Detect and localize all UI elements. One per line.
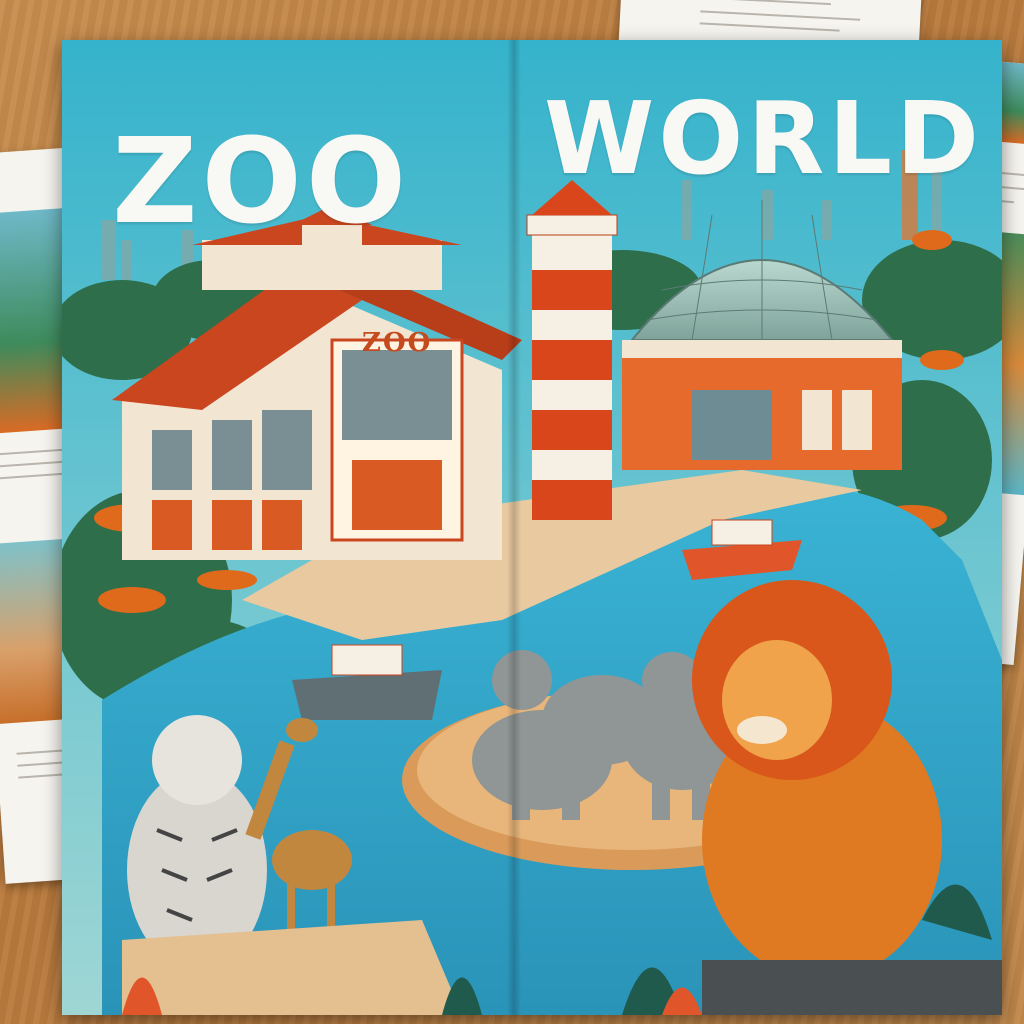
magazine-spine (507, 40, 521, 1015)
cover-title-world: WORLD (544, 80, 984, 197)
magazine-spread: ZOO WORLD ZOO (62, 40, 1002, 1015)
building-sign: ZOO (362, 328, 433, 358)
cover-title-zoo: ZOO (112, 112, 411, 250)
lighthouse (526, 180, 618, 520)
lion-rock (702, 960, 1002, 1015)
